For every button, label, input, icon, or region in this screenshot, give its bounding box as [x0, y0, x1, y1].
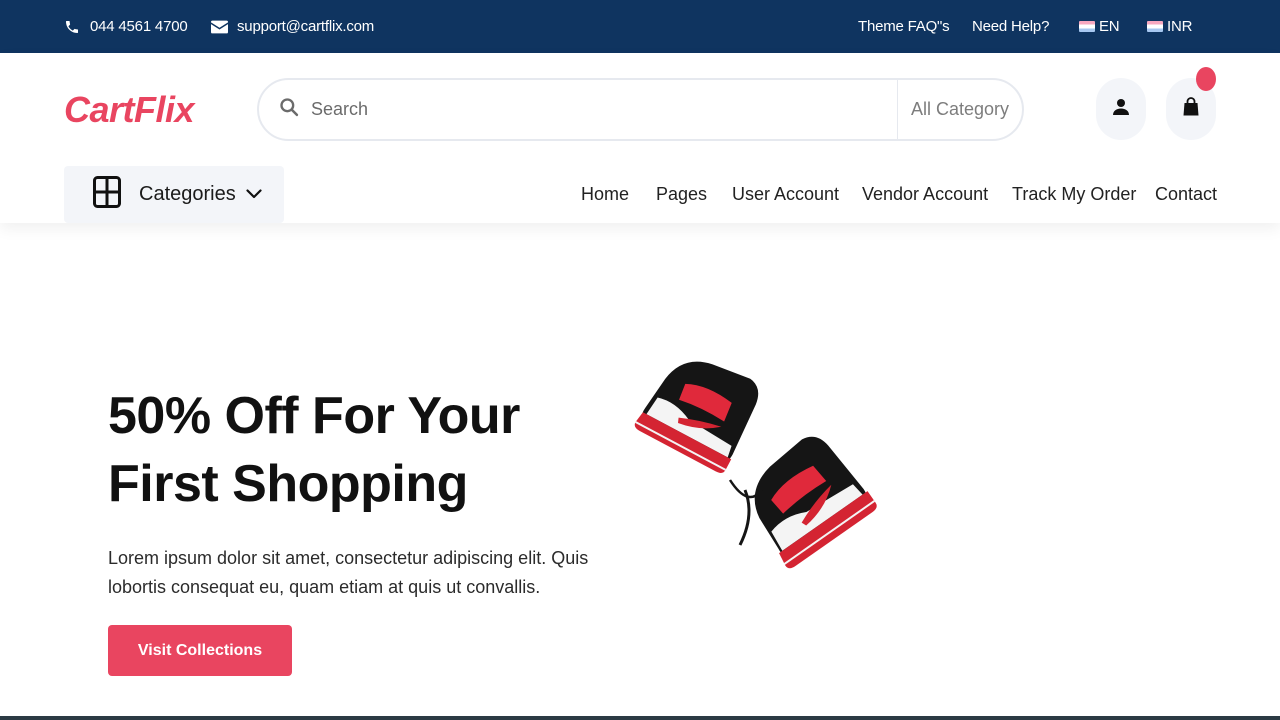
- hero-description: Lorem ipsum dolor sit amet, consectetur …: [108, 548, 589, 597]
- search-icon[interactable]: [279, 97, 299, 122]
- bottom-border: [0, 716, 1280, 720]
- mail-icon: [211, 20, 228, 34]
- nav-vendor-account[interactable]: Vendor Account: [862, 184, 988, 205]
- need-help-link[interactable]: Need Help?: [972, 0, 1049, 53]
- site-header: CartFlix All Category Categories Home Pa…: [0, 53, 1280, 223]
- hero-title: 50% Off For Your First Shopping: [108, 387, 520, 513]
- user-account-button[interactable]: [1096, 78, 1146, 140]
- visit-collections-button[interactable]: Visit Collections: [108, 625, 292, 676]
- theme-faq-link[interactable]: Theme FAQ"s: [858, 0, 950, 53]
- flag-icon: [1147, 21, 1163, 32]
- category-dropdown[interactable]: All Category: [898, 99, 1022, 120]
- shopping-bag-icon: [1183, 97, 1199, 121]
- main-nav: Home Pages User Account Vendor Account T…: [0, 166, 1280, 223]
- sneakers-image: [630, 340, 900, 580]
- currency-label: INR: [1167, 18, 1193, 35]
- language-selector[interactable]: EN: [1079, 0, 1120, 53]
- search-input[interactable]: [311, 99, 897, 120]
- cart-badge: [1196, 67, 1216, 91]
- user-icon: [1113, 98, 1129, 121]
- nav-contact[interactable]: Contact: [1155, 184, 1217, 205]
- nav-pages[interactable]: Pages: [656, 184, 707, 205]
- language-label: EN: [1099, 18, 1120, 35]
- email-address: support@cartflix.com: [237, 18, 375, 35]
- phone-icon: [64, 18, 80, 36]
- phone-number: 044 4561 4700: [90, 18, 188, 35]
- nav-track-order[interactable]: Track My Order: [1012, 184, 1136, 205]
- contact-email[interactable]: support@cartflix.com: [211, 0, 374, 53]
- top-bar: 044 4561 4700 support@cartflix.com Theme…: [0, 0, 1280, 53]
- logo[interactable]: CartFlix: [64, 89, 195, 131]
- nav-home[interactable]: Home: [581, 184, 629, 205]
- currency-selector[interactable]: INR: [1147, 0, 1192, 53]
- flag-icon: [1079, 21, 1095, 32]
- search-bar: All Category: [257, 78, 1024, 141]
- contact-phone[interactable]: 044 4561 4700: [64, 0, 188, 53]
- nav-user-account[interactable]: User Account: [732, 184, 839, 205]
